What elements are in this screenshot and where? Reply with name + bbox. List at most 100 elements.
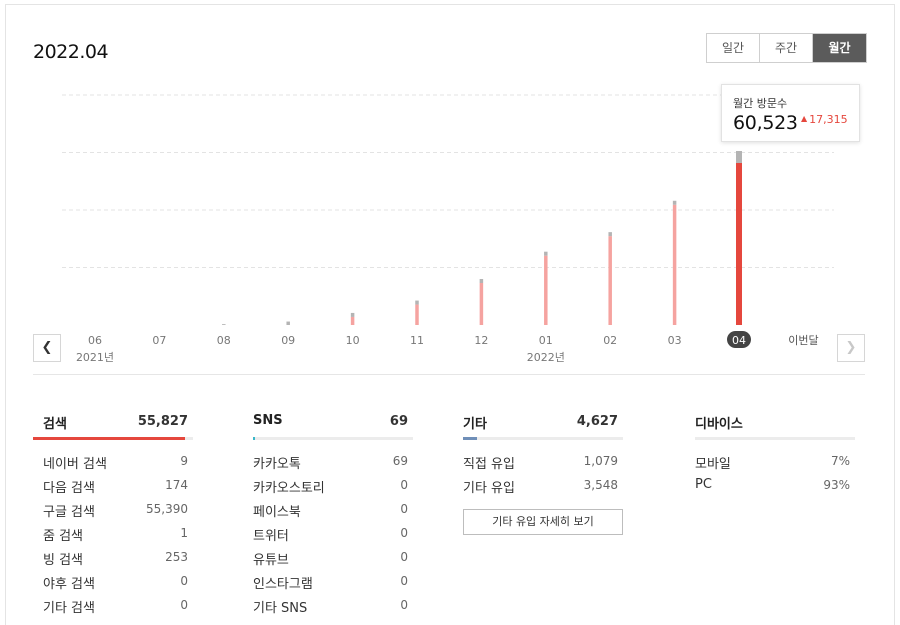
list-item: 구글 검색 55,390 — [33, 501, 193, 525]
row-value: 93% — [823, 478, 850, 492]
list-item: 기타 유입 3,548 — [463, 477, 623, 501]
x-tick-label: 02 — [603, 334, 617, 347]
chart-bar-cap — [222, 324, 226, 325]
list-item: 빙 검색 253 — [33, 549, 193, 573]
row-value: 0 — [400, 574, 408, 588]
list-item: PC 93% — [695, 477, 855, 501]
section-title: SNS — [253, 413, 283, 428]
section-title: 기타 — [463, 417, 487, 432]
chart-bar-cap — [479, 279, 484, 283]
row-value: 0 — [400, 502, 408, 516]
section-header: 기타 4,627 — [463, 410, 623, 440]
other-traffic-detail-button[interactable]: 기타 유입 자세히 보기 — [463, 509, 623, 535]
tooltip-label: 월간 방문수 — [733, 97, 788, 110]
row-value: 0 — [400, 526, 408, 540]
section-search: 검색 55,827 네이버 검색 9 다음 검색 174 구글 검색 55,390 줌… — [33, 410, 193, 621]
section-sns: SNS 69 카카오톡 69 카카오스토리 0 페이스북 0 트위터 0 유튜브 0 인스… — [253, 410, 413, 621]
section-share-bar — [33, 437, 185, 440]
section-total: 55,827 — [137, 414, 188, 429]
row-label: 구글 검색 — [43, 505, 95, 520]
row-label: 기타 SNS — [253, 601, 308, 616]
visits-tooltip: 월간 방문수 60,523 ▲ 17,315 — [721, 84, 860, 142]
x-tick-label: 08 — [217, 334, 231, 347]
section-title: 디바이스 — [695, 417, 743, 432]
section-device: 디바이스 모바일 7% PC 93% — [695, 410, 855, 501]
list-item: 줌 검색 1 — [33, 525, 193, 549]
x-tick-label: 12 — [474, 334, 488, 347]
row-value: 0 — [400, 478, 408, 492]
year-label: 2021년 — [76, 351, 114, 364]
x-tick-label: 06 — [88, 334, 102, 347]
chart-bar-cap — [415, 300, 419, 305]
row-label: 페이스북 — [253, 505, 301, 520]
list-item: 직접 유입 1,079 — [463, 453, 623, 477]
row-value: 9 — [180, 454, 188, 468]
list-item: 인스타그램 0 — [253, 573, 413, 597]
chart-bar — [350, 316, 355, 325]
list-item: 기타 검색 0 — [33, 597, 193, 621]
row-label: 기타 검색 — [43, 601, 95, 616]
row-label: 카카오스토리 — [253, 481, 325, 496]
triangle-up-icon: ▲ — [801, 114, 808, 123]
list-item: 다음 검색 174 — [33, 477, 193, 501]
row-value: 0 — [180, 574, 188, 588]
row-label: 빙 검색 — [43, 553, 84, 568]
row-value: 7% — [830, 454, 850, 468]
x-tick-label: 09 — [281, 334, 295, 347]
list-item: 기타 SNS 0 — [253, 597, 413, 621]
x-tick-label: 01 — [539, 334, 553, 347]
chart-bar-cap — [736, 150, 742, 163]
section-other: 기타 4,627 직접 유입 1,079 기타 유입 3,548 기타 유입 자세히… — [463, 410, 623, 535]
x-tick-label: 04 — [732, 334, 746, 347]
row-value: 0 — [400, 550, 408, 564]
x-tick-label: 07 — [152, 334, 166, 347]
chart-bar — [415, 304, 419, 325]
list-item: 모바일 7% — [695, 453, 855, 477]
row-label: 모바일 — [695, 457, 731, 472]
list-item: 카카오톡 69 — [253, 453, 413, 477]
list-item: 카카오스토리 0 — [253, 477, 413, 501]
list-item: 야후 검색 0 — [33, 573, 193, 597]
row-value: 253 — [165, 550, 188, 564]
list-item: 페이스북 0 — [253, 501, 413, 525]
row-label: 카카오톡 — [253, 457, 301, 472]
section-share-bar — [253, 437, 255, 440]
row-value: 1 — [180, 526, 188, 540]
row-label: 야후 검색 — [43, 577, 95, 592]
section-share-bar — [463, 437, 478, 440]
row-value: 3,548 — [583, 478, 618, 492]
chart-bar — [672, 204, 677, 325]
row-value: 0 — [180, 598, 188, 612]
chart-bar-cap — [672, 200, 677, 205]
row-label: 트위터 — [253, 529, 289, 544]
x-tick-label: 10 — [346, 334, 360, 347]
chart-bar-cap — [544, 251, 548, 256]
chart-bar — [608, 236, 612, 325]
row-label: PC — [695, 477, 712, 492]
row-label: 직접 유입 — [463, 457, 515, 472]
tooltip-delta: ▲ 17,315 — [801, 113, 848, 126]
list-item: 유튜브 0 — [253, 549, 413, 573]
list-item: 트위터 0 — [253, 525, 413, 549]
year-label: 2022년 — [527, 351, 565, 364]
chart-bar-cap — [350, 312, 355, 317]
row-label: 네이버 검색 — [43, 457, 107, 472]
chevron-left-icon: ❮ — [41, 340, 53, 355]
chart-bar-cap — [608, 232, 612, 237]
row-value: 174 — [165, 478, 188, 492]
divider — [33, 374, 865, 375]
next-period-button[interactable]: ❯ — [837, 334, 865, 362]
prev-period-button[interactable]: ❮ — [33, 334, 61, 362]
list-item: 네이버 검색 9 — [33, 453, 193, 477]
chart-bar-cap — [286, 321, 290, 325]
section-header: 검색 55,827 — [33, 410, 193, 440]
chart-bar — [736, 162, 742, 325]
monthly-visits-chart: 06 07 08 09 10 11 12 01 02 03 04 이번달 2021년 2022년 — [62, 94, 834, 364]
row-label: 인스타그램 — [253, 577, 313, 592]
row-value: 55,390 — [146, 502, 188, 516]
chart-bar — [544, 255, 548, 325]
row-value: 69 — [392, 454, 408, 468]
row-label: 다음 검색 — [43, 481, 95, 496]
chevron-right-icon: ❯ — [845, 340, 857, 355]
row-label: 기타 유입 — [463, 481, 515, 496]
